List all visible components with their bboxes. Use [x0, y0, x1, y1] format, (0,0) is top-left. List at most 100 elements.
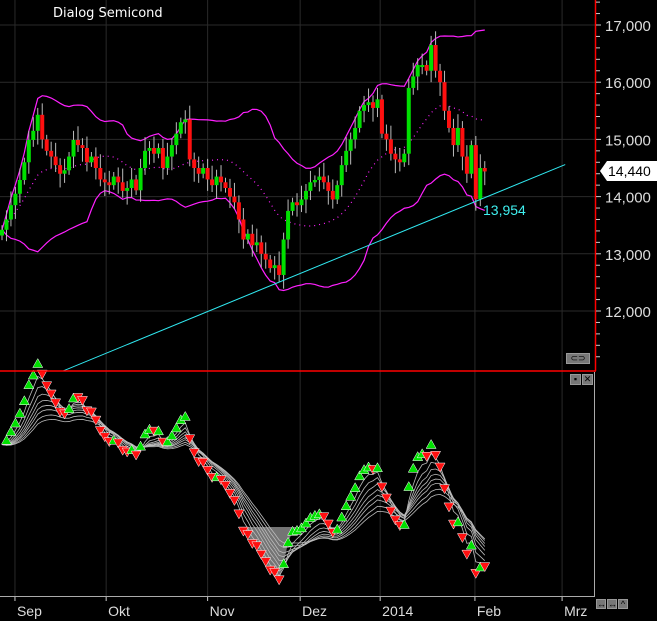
candle-down	[107, 182, 112, 186]
candle-up	[308, 182, 313, 191]
candle-up	[411, 76, 416, 88]
candle-down	[447, 110, 451, 128]
zoom-in-button[interactable]: ↔	[596, 599, 606, 609]
price-tick-label: 12,000	[605, 304, 651, 321]
candle-up	[0, 229, 4, 236]
candle-down	[379, 99, 384, 134]
up-signal-triangle	[170, 422, 182, 433]
candle-down	[464, 156, 469, 174]
candle-up	[71, 139, 76, 157]
candle-up	[183, 119, 188, 123]
candle-down	[44, 139, 49, 151]
candle-down	[433, 45, 438, 71]
down-signal-triangle	[461, 549, 473, 560]
candle-up	[299, 199, 304, 206]
candle-up	[13, 193, 18, 206]
lower-indicator-panel	[1, 358, 491, 586]
candle-up	[254, 242, 259, 246]
date-tick-label: 2014	[382, 603, 413, 619]
candle-down	[388, 139, 393, 154]
up-signal-triangle	[340, 500, 352, 511]
candle-down	[102, 179, 107, 183]
candle-down	[40, 114, 45, 140]
candle-up	[429, 45, 434, 71]
candle-up	[339, 165, 344, 186]
candle-up	[214, 176, 219, 186]
up-signal-triangle	[5, 426, 17, 436]
candle-up	[281, 239, 286, 275]
candle-up	[201, 168, 206, 174]
candle-down	[482, 168, 487, 172]
close-panel-button[interactable]: ✕	[582, 374, 593, 385]
date-tick-label: Dez	[302, 603, 327, 619]
trendline[interactable]	[62, 164, 566, 372]
candle-down	[473, 145, 478, 200]
date-tick-label: Okt	[108, 603, 130, 619]
candle-up	[174, 133, 179, 146]
price-tick-label: 16,000	[605, 75, 651, 92]
candle-down	[187, 119, 192, 160]
candle-down	[259, 242, 264, 254]
bollinger-bands	[1, 29, 485, 292]
up-signal-triangle	[32, 358, 44, 368]
down-signal-triangle	[430, 451, 442, 461]
chart-style-button[interactable]: ^	[618, 599, 628, 609]
candle-down	[263, 253, 268, 260]
ribbon-line	[1, 386, 486, 572]
candle-up	[415, 65, 420, 77]
up-signal-triangle	[349, 482, 361, 492]
candle-up	[290, 202, 295, 211]
price-tick-label: 13,000	[605, 247, 651, 264]
candle-down	[196, 168, 201, 174]
candle-up	[169, 145, 174, 157]
candles	[0, 31, 487, 289]
candle-up	[111, 176, 116, 186]
candle-down	[442, 82, 447, 111]
candle-up	[469, 145, 474, 174]
candle-down	[58, 165, 63, 174]
candle-up	[89, 156, 94, 163]
candle-up	[138, 168, 143, 191]
down-signal-triangle	[434, 462, 446, 473]
candle-up	[147, 147, 152, 151]
up-signal-triangle	[23, 379, 35, 389]
candle-down	[80, 145, 85, 148]
chart-canvas: 12,000 13,000 14,000 15,000 16,000 17,000 Sep…	[0, 0, 651, 619]
candle-up	[129, 179, 134, 189]
candle-down	[232, 196, 237, 203]
candle-down	[295, 202, 300, 206]
price-tick-label: 14,000	[605, 190, 651, 207]
candle-down	[397, 159, 402, 163]
candle-up	[406, 87, 411, 154]
candle-down	[151, 147, 156, 154]
date-tick-label: Sep	[17, 603, 42, 619]
candle-down	[98, 168, 103, 180]
zoom-out-button[interactable]: ↔	[607, 599, 617, 609]
candle-down	[460, 127, 465, 157]
down-signal-triangle	[130, 450, 142, 461]
candle-up	[156, 147, 161, 154]
up-signal-triangle	[345, 490, 357, 501]
candle-down	[120, 182, 125, 191]
price-tick-label: 17,000	[605, 18, 651, 35]
candle-up	[4, 219, 9, 230]
ribbon-line	[1, 400, 486, 562]
candle-down	[134, 179, 139, 191]
candle-down	[384, 133, 389, 140]
candle-down	[250, 233, 255, 246]
candle-up	[362, 105, 367, 111]
date-tick-label: Mrz	[564, 603, 587, 619]
candle-down	[438, 70, 443, 83]
candle-up	[35, 114, 40, 131]
candle-down	[49, 150, 54, 157]
candle-down	[236, 202, 241, 220]
candle-down	[223, 182, 228, 189]
link-panels-button[interactable]: ⊂⊃	[566, 353, 590, 364]
maximize-panel-button[interactable]: ▪	[570, 374, 581, 385]
candle-down	[93, 156, 98, 168]
up-signal-triangle	[9, 417, 21, 428]
candle-down	[330, 190, 335, 200]
low-price-annotation: 13,954	[483, 202, 526, 218]
candle-up	[245, 233, 250, 240]
candle-up	[335, 185, 340, 200]
